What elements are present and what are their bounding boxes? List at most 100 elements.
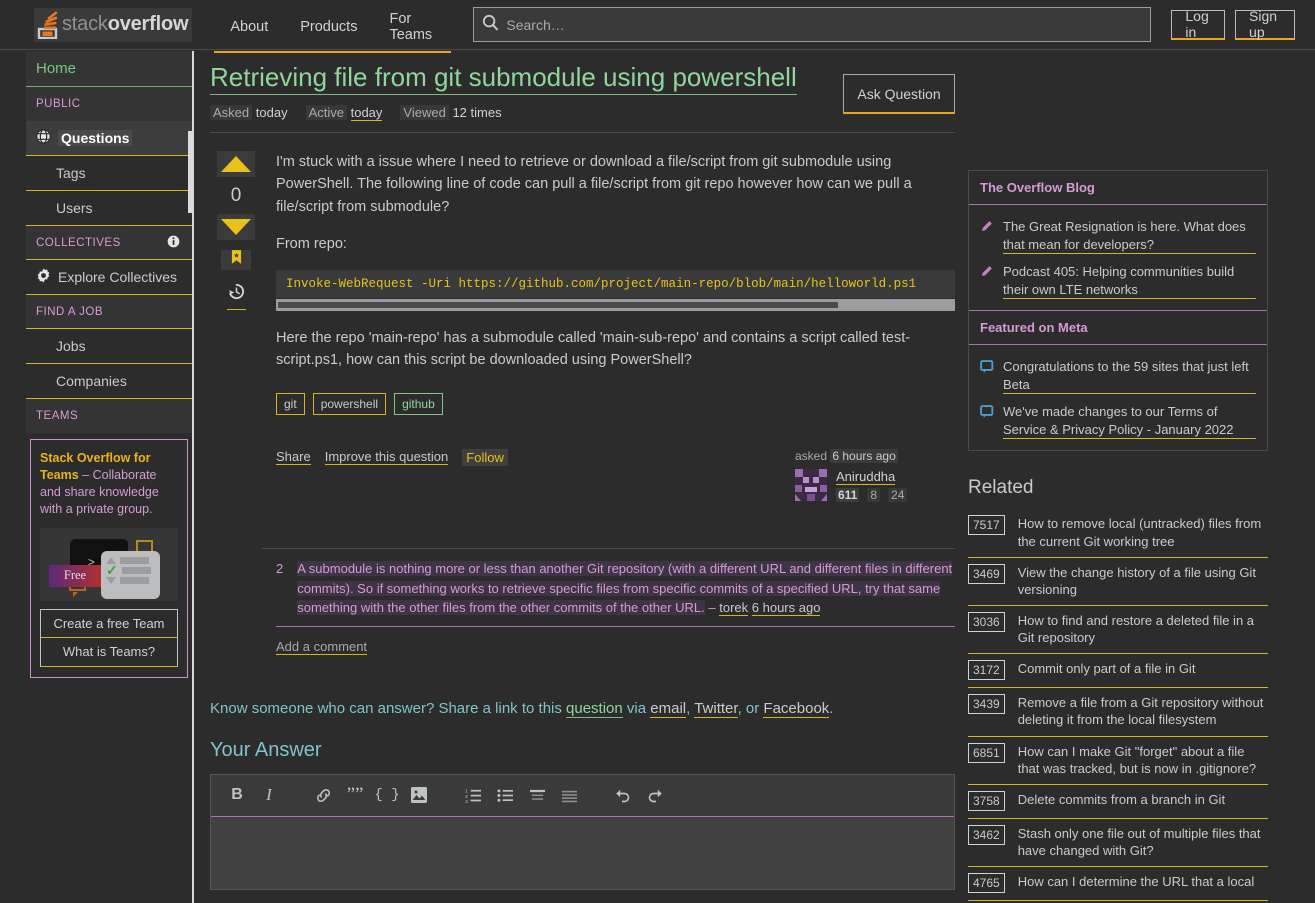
- horizontal-rule-icon[interactable]: [553, 774, 585, 816]
- related-title-text: Commit only part of a file in Git: [1017, 661, 1196, 677]
- share-twitter-link[interactable]: Twitter: [694, 699, 738, 718]
- meta-item-label: We've made changes to our Terms of Servi…: [1003, 403, 1256, 440]
- tag-git[interactable]: git: [276, 393, 305, 416]
- author-name[interactable]: Aniruddha: [836, 469, 896, 486]
- sidebar-scrollbar[interactable]: [188, 131, 193, 213]
- search-input[interactable]: [506, 16, 1143, 33]
- meta-active-key: Active: [305, 105, 347, 121]
- redo-icon[interactable]: [639, 774, 671, 816]
- answer-textarea[interactable]: [211, 816, 954, 889]
- image-icon[interactable]: [403, 774, 435, 816]
- info-icon[interactable]: [167, 235, 180, 251]
- search-bar[interactable]: [473, 7, 1152, 42]
- svg-text:3: 3: [465, 799, 468, 803]
- related-item[interactable]: 3439 Remove a file from a Git repository …: [968, 688, 1268, 737]
- teams-promo-text: Stack Overflow for Teams – Collaborate a…: [40, 450, 178, 518]
- nav-label-for-teams: For Teams: [389, 10, 433, 43]
- meta-item[interactable]: We've made changes to our Terms of Servi…: [980, 403, 1256, 440]
- share-prompt-period: .: [829, 699, 834, 717]
- related-item[interactable]: 4765 How can I determine the URL that a l…: [968, 867, 1268, 902]
- share-prompt-comma-2: , or: [737, 699, 764, 717]
- meta-active: Active today: [305, 105, 383, 122]
- speech-bubble-icon: [980, 405, 994, 424]
- code-block-scrollbar[interactable]: [276, 298, 955, 311]
- asked-time-value: 6 hours ago: [830, 449, 898, 464]
- ask-question-button[interactable]: Ask Question: [843, 74, 955, 114]
- share-facebook-link[interactable]: Facebook: [763, 699, 830, 718]
- follow-button[interactable]: Follow: [462, 449, 508, 467]
- related-title-text: Stash only one file out of multiple file…: [1017, 825, 1261, 859]
- what-is-teams-button[interactable]: What is Teams?: [40, 637, 178, 667]
- downvote-button[interactable]: [217, 214, 255, 241]
- stackoverflow-logo[interactable]: stackoverflow: [34, 7, 193, 42]
- free-badge-label: Free: [63, 568, 87, 582]
- nav-item-about[interactable]: About: [214, 3, 285, 53]
- related-item[interactable]: 3469 View the change history of a file us…: [968, 558, 1268, 606]
- tag-powershell[interactable]: powershell: [312, 393, 387, 416]
- sidebar-item-companies[interactable]: Companies: [26, 364, 192, 399]
- add-comment-button[interactable]: Add a comment: [276, 639, 368, 655]
- pencil-icon: [980, 265, 994, 283]
- bold-button[interactable]: B: [221, 774, 253, 816]
- code-icon[interactable]: { }: [371, 774, 403, 816]
- numbered-list-icon[interactable]: 123: [457, 774, 489, 816]
- downvote-triangle-icon: [106, 576, 116, 584]
- related-item[interactable]: 3462 Stash only one file out of multiple …: [968, 819, 1268, 868]
- question-actions: Share Improve this question Follow: [276, 449, 508, 502]
- bookmark-button[interactable]: [221, 250, 251, 271]
- related-score: 3172: [968, 660, 1005, 681]
- question-content: I'm stuck with a issue where I need to r…: [262, 151, 955, 503]
- question-history-button[interactable]: [226, 282, 246, 311]
- blockquote-icon[interactable]: ””: [339, 774, 371, 816]
- undo-icon[interactable]: [607, 774, 639, 816]
- avatar[interactable]: [795, 469, 827, 502]
- improve-question-link[interactable]: Improve this question: [324, 449, 449, 466]
- meta-viewed-value: 12 times: [452, 105, 502, 121]
- tag-github[interactable]: github: [394, 393, 443, 416]
- share-question-link[interactable]: question: [566, 699, 623, 718]
- meta-item[interactable]: Congratulations to the 59 sites that jus…: [980, 358, 1256, 395]
- right-sidebar: The Overflow Blog The Great Resignation …: [968, 170, 1268, 902]
- sidebar-header-find-a-job: FIND A JOB: [26, 295, 192, 329]
- link-icon[interactable]: [307, 774, 339, 816]
- upvote-button[interactable]: [217, 151, 255, 178]
- comment-time[interactable]: 6 hours ago: [751, 600, 821, 617]
- share-prompt: Know someone who can answer? Share a lin…: [210, 698, 955, 719]
- sidebar-item-tags[interactable]: Tags: [26, 156, 192, 191]
- blog-item[interactable]: The Great Resignation is here. What does…: [980, 218, 1256, 255]
- sidebar-item-jobs[interactable]: Jobs: [26, 329, 192, 364]
- comment-list: 2 A submodule is nothing more or less th…: [262, 548, 955, 656]
- featured-on-meta-header: Featured on Meta: [969, 310, 1267, 346]
- left-sidebar: Home PUBLIC Questions Tags Users COLLECT…: [26, 51, 194, 903]
- nav-item-for-teams[interactable]: For Teams: [373, 3, 452, 53]
- comment-author[interactable]: torek: [719, 600, 749, 617]
- related-item[interactable]: 3758 Delete commits from a branch in Git: [968, 785, 1268, 819]
- bullet-list-icon[interactable]: [489, 774, 521, 816]
- nav-item-products[interactable]: Products: [284, 3, 374, 53]
- related-score: 3469: [968, 563, 1005, 584]
- related-item[interactable]: 7517 How to remove local (untracked) file…: [968, 509, 1268, 558]
- heading-icon[interactable]: [521, 774, 553, 816]
- related-item[interactable]: 6851 How can I make Git "forget" about a …: [968, 737, 1268, 785]
- related-title-text: Remove a file from a Git repository with…: [1017, 695, 1264, 728]
- related-item[interactable]: 3036 How to find and restore a deleted fi…: [968, 606, 1268, 655]
- bookmark-icon: [231, 250, 242, 270]
- share-link[interactable]: Share: [276, 449, 311, 466]
- sidebar-item-questions[interactable]: Questions: [26, 121, 192, 156]
- sidebar-item-users[interactable]: Users: [26, 191, 192, 226]
- featured-on-meta-list: Congratulations to the 59 sites that jus…: [969, 345, 1267, 450]
- main-content: Retrieving file from git submodule using…: [210, 62, 955, 890]
- sidebar-header-public-label: PUBLIC: [36, 98, 81, 110]
- share-email-link[interactable]: email: [650, 699, 687, 718]
- related-title-text: Delete commits from a branch in Git: [1017, 791, 1226, 807]
- related-item[interactable]: 3172 Commit only part of a file in Git: [968, 654, 1268, 689]
- sidebar-item-explore-collectives[interactable]: Explore Collectives: [26, 260, 192, 295]
- create-free-team-label: Create a free Team: [53, 615, 165, 631]
- italic-button[interactable]: I: [253, 774, 285, 816]
- sidebar-item-home[interactable]: Home: [26, 51, 192, 87]
- blog-item[interactable]: Podcast 405: Helping communities build t…: [980, 263, 1256, 300]
- login-button[interactable]: Log in: [1171, 8, 1226, 40]
- meta-active-value[interactable]: today: [350, 105, 383, 122]
- signup-button[interactable]: Sign up: [1235, 8, 1295, 40]
- create-free-team-button[interactable]: Create a free Team: [40, 608, 178, 638]
